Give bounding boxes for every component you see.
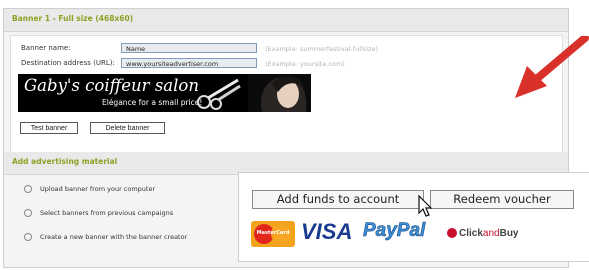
section-header-banner: Banner 1 - Full size (468x60) — [4, 9, 568, 32]
banner-name-hint: (Example: summerfestival-fullsize) — [265, 45, 379, 53]
clickandbuy-icon — [447, 228, 457, 239]
add-funds-button[interactable]: Add funds to account — [252, 190, 424, 209]
mastercard-logo: MasterCard — [251, 221, 295, 247]
woman-portrait-image — [248, 74, 311, 112]
radio-previous[interactable] — [24, 209, 32, 217]
option-previous-label: Select banners from previous campaigns — [40, 209, 174, 217]
test-banner-button[interactable]: Test banner — [20, 122, 78, 134]
visa-logo: VISA — [301, 219, 353, 244]
cursor-icon — [418, 195, 433, 217]
destination-input[interactable]: www.yoursiteadvertiser.com — [121, 58, 257, 68]
option-upload-label: Upload banner from your computer — [40, 185, 156, 193]
option-creator[interactable]: Create a new banner with the banner crea… — [24, 233, 187, 241]
option-upload[interactable]: Upload banner from your computer — [24, 185, 155, 193]
banner-preview-subtitle: Elégance for a small price! — [102, 98, 203, 107]
banner-preview-title: Gaby's coiffeur salon — [24, 76, 199, 95]
banner-name-label: Banner name: — [21, 44, 71, 52]
option-creator-label: Create a new banner with the banner crea… — [40, 233, 188, 241]
paypal-logo: PayPal — [363, 220, 426, 242]
banner-preview: Gaby's coiffeur salon Elégance for a sma… — [18, 74, 311, 112]
banner-name-input[interactable]: Name — [121, 43, 257, 53]
radio-upload[interactable] — [24, 185, 32, 193]
pointer-arrow-icon — [515, 36, 589, 98]
destination-label: Destination address (URL): — [21, 59, 115, 67]
section-title-banner: Banner 1 - Full size (468x60) — [12, 14, 134, 23]
destination-hint: (Example: yoursite.com) — [265, 60, 345, 68]
payment-popup: Add funds to account Redeem voucher Mast… — [238, 172, 589, 262]
clickandbuy-logo: ClickandBuy — [447, 228, 519, 239]
radio-creator[interactable] — [24, 233, 32, 241]
scissors-icon — [197, 78, 241, 110]
delete-banner-button[interactable]: Delete banner — [90, 122, 165, 134]
redeem-voucher-button[interactable]: Redeem voucher — [430, 190, 574, 209]
section-title-advertising: Add advertising material — [12, 157, 118, 166]
option-previous[interactable]: Select banners from previous campaigns — [24, 209, 173, 217]
